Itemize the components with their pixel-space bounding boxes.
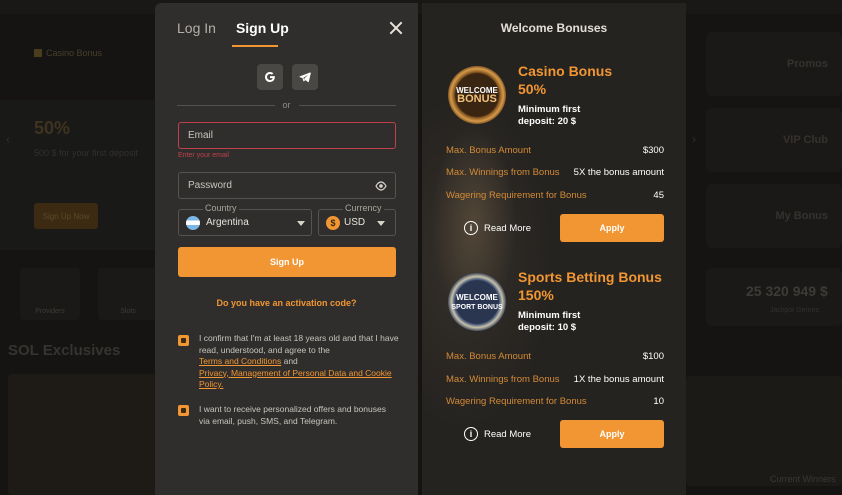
min-deposit-line2: deposit: 10 $ bbox=[518, 322, 577, 333]
divider-or: or bbox=[177, 99, 397, 111]
currency-select[interactable]: Currency $ USD bbox=[318, 203, 396, 236]
bonus-title-line1: Casino Bonus bbox=[518, 63, 613, 79]
overlay-dim bbox=[0, 0, 842, 495]
tab-signup[interactable]: Sign Up bbox=[236, 20, 289, 36]
min-deposit-line1: Minimum first bbox=[518, 310, 581, 321]
welcome-bonus-badge: WELCOME BONUS bbox=[448, 66, 506, 124]
argentina-flag-icon bbox=[186, 216, 200, 230]
email-error-text: Enter your email bbox=[178, 152, 229, 159]
terms-link[interactable]: Terms and Conditions bbox=[199, 356, 281, 366]
currency-label: Currency bbox=[343, 203, 384, 213]
email-field[interactable]: Email bbox=[178, 122, 396, 149]
marketing-consent: I want to receive personalized offers an… bbox=[199, 404, 386, 426]
country-select[interactable]: Country Argentina bbox=[178, 203, 312, 236]
sports-min-deposit: Minimum first deposit: 10 $ bbox=[518, 310, 580, 334]
min-deposit-line1: Minimum first bbox=[518, 104, 581, 115]
marketing-checkbox[interactable] bbox=[178, 405, 189, 416]
active-tab-indicator bbox=[232, 45, 278, 47]
casino-max-bonus-value: $300 bbox=[642, 145, 664, 156]
info-icon: i bbox=[464, 427, 478, 441]
casino-bonus-title: Casino Bonus 50% bbox=[518, 62, 612, 98]
casino-apply-button[interactable]: Apply bbox=[560, 214, 664, 242]
sport-bonus-badge: WELCOME SPORT BONUS bbox=[448, 273, 506, 331]
consent-text: I confirm that I'm at least 18 years old… bbox=[199, 333, 399, 355]
bonus-title-line2: 150% bbox=[518, 287, 554, 303]
info-icon: i bbox=[464, 221, 478, 235]
casino-max-winnings-value: 5X the bonus amount bbox=[573, 167, 664, 178]
auth-tabs: Log In Sign Up bbox=[177, 20, 289, 36]
casino-wagering-label: Wagering Requirement for Bonus bbox=[446, 190, 587, 201]
sports-wagering-label: Wagering Requirement for Bonus bbox=[446, 396, 587, 407]
eye-icon[interactable] bbox=[375, 181, 387, 191]
sports-apply-button[interactable]: Apply bbox=[560, 420, 664, 448]
bonus-title-line1: Sports Betting Bonus bbox=[518, 269, 662, 285]
read-more-label: Read More bbox=[484, 428, 531, 440]
signup-button[interactable]: Sign Up bbox=[178, 247, 396, 277]
sports-bonus-title: Sports Betting Bonus 150% bbox=[518, 268, 662, 304]
sports-max-bonus-label: Max. Bonus Amount bbox=[446, 351, 532, 362]
privacy-link[interactable]: Privacy, Management of Personal Data and… bbox=[199, 368, 392, 390]
telegram-signin-button[interactable] bbox=[292, 64, 318, 90]
casino-max-winnings-label: Max. Winnings from Bonus bbox=[446, 167, 560, 178]
bonuses-title: Welcome Bonuses bbox=[500, 21, 608, 35]
close-icon[interactable] bbox=[387, 19, 405, 37]
casino-read-more[interactable]: i Read More bbox=[464, 221, 531, 235]
bonus-title-line2: 50% bbox=[518, 81, 547, 97]
badge-line2: SPORT BONUS bbox=[451, 304, 503, 311]
age-terms-consent: I confirm that I'm at least 18 years old… bbox=[199, 333, 399, 391]
google-icon bbox=[265, 72, 275, 82]
password-field[interactable]: Password bbox=[178, 172, 396, 199]
tab-login[interactable]: Log In bbox=[177, 20, 216, 36]
dollar-coin-icon: $ bbox=[326, 216, 340, 230]
badge-line1: WELCOME bbox=[456, 293, 498, 302]
currency-value: USD bbox=[344, 217, 366, 228]
telegram-icon bbox=[299, 72, 311, 83]
chevron-down-icon bbox=[377, 221, 385, 226]
email-placeholder: Email bbox=[188, 130, 214, 141]
password-placeholder: Password bbox=[188, 180, 232, 191]
signup-modal: Log In Sign Up or Email Enter your email… bbox=[155, 3, 418, 495]
sports-max-winnings-label: Max. Winnings from Bonus bbox=[446, 374, 560, 385]
age-terms-checkbox[interactable] bbox=[178, 335, 189, 346]
welcome-bonuses-panel: Welcome Bonuses WELCOME BONUS Casino Bon… bbox=[422, 3, 686, 495]
consent-and: and bbox=[283, 356, 298, 366]
chevron-down-icon bbox=[297, 221, 305, 226]
min-deposit-line2: deposit: 20 $ bbox=[518, 116, 577, 127]
casino-max-bonus-label: Max. Bonus Amount bbox=[446, 145, 532, 156]
country-value: Argentina bbox=[206, 217, 249, 228]
or-label: or bbox=[282, 100, 291, 110]
sports-wagering-value: 10 bbox=[653, 396, 664, 407]
sports-max-winnings-value: 1X the bonus amount bbox=[573, 374, 664, 385]
sports-max-bonus-value: $100 bbox=[642, 351, 664, 362]
sports-read-more[interactable]: i Read More bbox=[464, 427, 531, 441]
casino-wagering-value: 45 bbox=[653, 190, 664, 201]
country-label: Country bbox=[203, 203, 239, 213]
read-more-label: Read More bbox=[484, 222, 531, 234]
badge-line2: BONUS bbox=[457, 93, 497, 105]
google-signin-button[interactable] bbox=[257, 64, 283, 90]
casino-min-deposit: Minimum first deposit: 20 $ bbox=[518, 104, 580, 128]
activation-code-link[interactable]: Do you have an activation code? bbox=[155, 298, 418, 308]
